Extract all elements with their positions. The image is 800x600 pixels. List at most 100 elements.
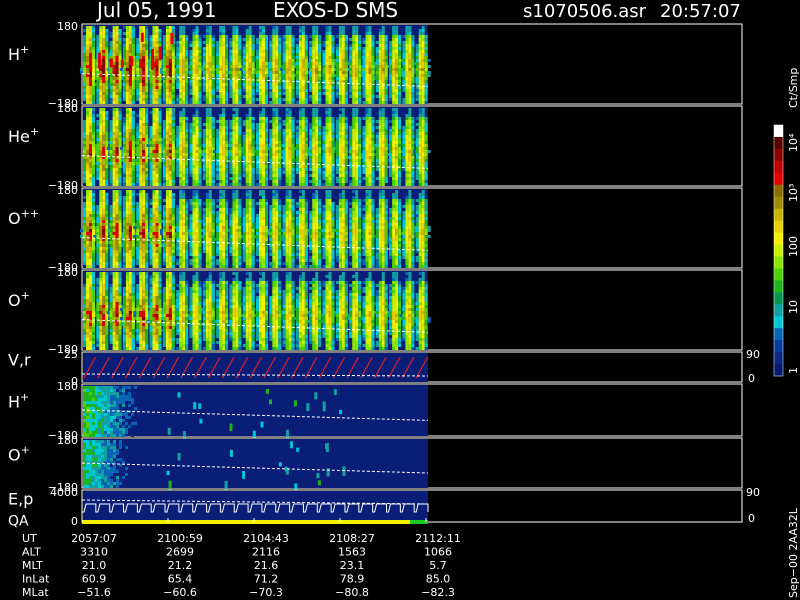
heat-cell xyxy=(102,29,106,32)
heat-cell xyxy=(202,68,206,71)
heat-cell xyxy=(96,114,100,117)
heat-cell xyxy=(256,135,259,138)
heat-cell xyxy=(245,62,249,65)
heat-cell xyxy=(384,50,388,53)
heat-cell xyxy=(378,123,382,126)
heat-cell xyxy=(265,150,268,153)
heat-cell xyxy=(395,59,399,62)
heat-cell xyxy=(389,138,393,141)
heat-cell xyxy=(235,117,239,120)
heat-cell xyxy=(89,180,92,183)
heat-cell xyxy=(99,101,103,104)
heat-cell xyxy=(318,38,322,41)
heat-cell xyxy=(235,183,239,186)
heat-cell xyxy=(355,138,359,141)
heat-cell xyxy=(309,56,313,59)
heat-cell xyxy=(368,101,372,104)
heat-cell xyxy=(365,159,369,162)
heat-cell xyxy=(291,50,295,53)
heat-cell xyxy=(83,74,86,77)
heat-cell xyxy=(142,50,146,53)
heat-cell xyxy=(288,77,292,80)
heat-cell xyxy=(352,126,356,129)
heat-cell xyxy=(136,68,140,71)
heat-cell xyxy=(272,138,276,141)
heat-cell xyxy=(198,74,202,77)
heat-cell xyxy=(182,162,186,165)
heat-cell xyxy=(331,171,335,174)
heat-cell xyxy=(358,141,362,144)
heat-cell xyxy=(136,92,140,95)
heat-cell xyxy=(265,92,268,95)
heat-cell xyxy=(118,168,122,171)
heat-cell xyxy=(248,65,252,68)
heat-cell xyxy=(282,53,286,56)
heat-cell xyxy=(405,32,409,35)
heat-cell xyxy=(335,147,339,150)
heat-cell xyxy=(96,44,100,47)
heat-cell xyxy=(225,59,229,62)
heat-cell xyxy=(202,35,206,38)
heat-cell xyxy=(96,168,100,171)
heat-cell xyxy=(344,174,348,177)
heat-cell xyxy=(222,68,226,71)
heat-cell xyxy=(158,44,162,47)
heat-cell xyxy=(229,59,233,62)
heat-cell xyxy=(248,101,252,104)
heat-cell xyxy=(238,41,242,44)
heat-cell xyxy=(304,147,308,150)
heat-cell xyxy=(162,165,166,168)
heat-cell xyxy=(122,141,126,144)
heat-cell xyxy=(381,132,385,135)
heat-cell xyxy=(192,120,196,123)
heat-cell xyxy=(222,56,226,59)
heat-cell xyxy=(145,68,149,71)
heat-cell xyxy=(248,92,252,95)
heat-cell xyxy=(371,132,375,135)
heat-cell xyxy=(158,89,162,92)
heat-cell xyxy=(352,38,356,41)
heat-cell-hot xyxy=(89,53,93,72)
heat-cell xyxy=(109,47,113,50)
heat-cell xyxy=(211,171,215,174)
heat-cell xyxy=(155,89,159,92)
heat-cell xyxy=(105,80,109,83)
heat-cell xyxy=(155,138,159,141)
heat-cell xyxy=(358,150,362,153)
heat-cell xyxy=(232,83,236,86)
heat-cell xyxy=(128,86,132,89)
heat-cell xyxy=(418,89,422,92)
heat-cell xyxy=(352,159,356,162)
heat-cell xyxy=(248,44,252,47)
heat-cell xyxy=(232,117,236,120)
heat-cell xyxy=(248,38,252,41)
heat-cell xyxy=(349,171,353,174)
heat-cell xyxy=(298,65,302,68)
heat-cell xyxy=(165,50,169,53)
heat-cell xyxy=(285,165,289,168)
heat-cell xyxy=(211,80,215,83)
heat-cell xyxy=(272,120,276,123)
heat-cell xyxy=(245,89,249,92)
heat-cell xyxy=(298,183,302,186)
heat-cell xyxy=(195,123,199,126)
heat-cell xyxy=(235,180,239,183)
heat-cell xyxy=(86,47,89,50)
heat-cell xyxy=(125,77,129,80)
heat-cell xyxy=(365,71,369,74)
heat-cell xyxy=(189,101,193,104)
heat-cell xyxy=(115,114,119,117)
heat-cell xyxy=(251,35,255,38)
heat-cell xyxy=(198,35,202,38)
heat-cell xyxy=(115,147,119,150)
heat-cell xyxy=(202,141,206,144)
heat-cell xyxy=(208,177,212,180)
heat-cell xyxy=(122,183,126,186)
heat-cell xyxy=(315,150,319,153)
heat-cell xyxy=(99,47,103,50)
heat-cell xyxy=(251,89,255,92)
heat-cell xyxy=(375,65,379,68)
heat-cell xyxy=(158,95,162,98)
heat-cell xyxy=(365,162,369,165)
heat-cell xyxy=(282,50,286,53)
